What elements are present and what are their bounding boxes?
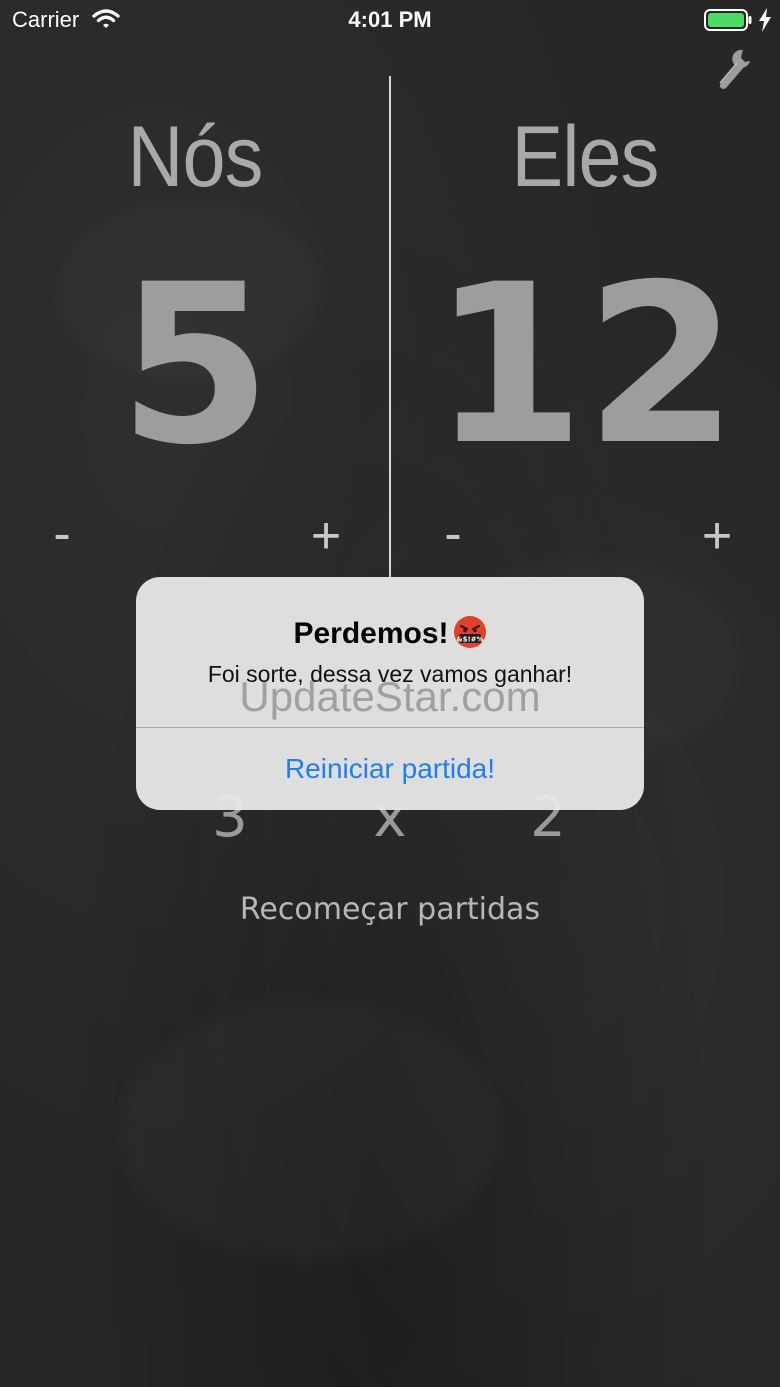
enraged-face-emoji-icon: &$!#% [453,615,487,657]
settings-button[interactable] [712,48,758,94]
chalk-smudge [120,1000,500,1260]
bolt-icon [758,8,772,38]
clock: 4:01 PM [348,7,432,32]
restart-matches-button[interactable]: Recomeçar partidas [0,892,780,927]
wrench-icon [715,47,755,95]
alert-dialog: Perdemos! &$!#% Foi sorte, dessa vez vam… [136,577,644,810]
team-name-right: Eles [511,109,660,205]
status-bar: Carrier 4:01 PM [0,0,780,40]
score-right[interactable]: 12 [390,240,780,490]
right-minus-button[interactable]: - [423,508,483,560]
alert-title-text: Perdemos! [293,617,449,650]
left-minus-button[interactable]: - [32,508,92,560]
restart-match-button[interactable]: Reiniciar partida! [136,728,644,810]
left-plus-button[interactable]: + [296,510,356,562]
alert-title: Perdemos! &$!#% [136,615,644,657]
team-name-left: Nós [127,109,264,205]
right-plus-button[interactable]: + [687,510,747,562]
score-left[interactable]: 5 [0,240,390,490]
svg-text:&$!#%: &$!#% [456,636,483,644]
battery-icon [704,9,752,37]
watermark: UpdateStar.com [239,673,541,720]
